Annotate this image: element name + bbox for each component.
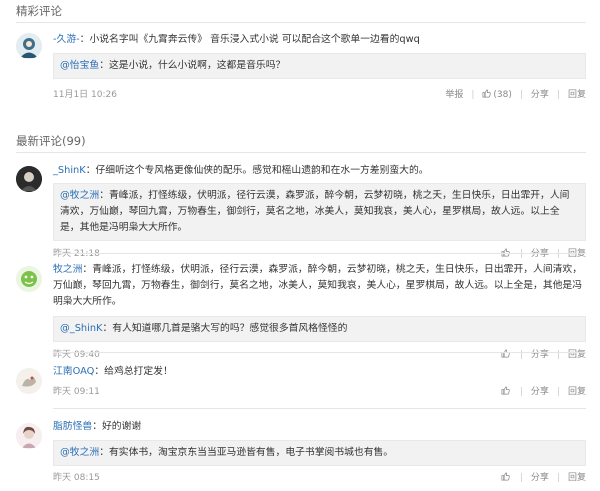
comment-body: -久游-：小说名字叫《九霄奔云传》 音乐浸入式小说 可以配合这个歌单一边看的qw… [53, 32, 586, 103]
avatar[interactable] [16, 166, 42, 192]
quote-username[interactable]: @怡宝鱼 [60, 60, 99, 71]
share-link[interactable]: 分享 [531, 384, 549, 400]
comment-body: 牧之洲：青峰派，打怪练级，伏明派，径行云漠，森罗派，醉今朝，云梦初晓，桃之夭，生… [53, 262, 586, 363]
thumbs-up-icon [501, 472, 510, 481]
quote-username[interactable]: @牧之洲 [60, 190, 99, 201]
comment-time: 昨天 08:15 [53, 473, 100, 483]
share-link[interactable]: 分享 [531, 347, 549, 363]
comment-body: 脂肪怪兽：好的谢谢 @牧之洲：有实体书，淘宝京东当当亚马逊皆有售，电子书掌阅书城… [53, 419, 586, 486]
quoted-reply: @牧之洲：青峰派，打怪练级，伏明派，径行云漠，森罗派，醉今朝，云梦初晓，桃之夭，… [53, 183, 586, 241]
comment-text: 仔细听这个专风格更像仙侠的配乐。感觉和榣山遗韵和在水一方差别蛮大的。 [95, 165, 429, 176]
divider [53, 352, 586, 353]
divider [16, 152, 586, 153]
like-button[interactable] [501, 384, 512, 400]
reply-link[interactable]: 回复 [568, 384, 586, 400]
hot-comments-title: 精彩评论 [16, 4, 62, 18]
quote-text: 有实体书，淘宝京东当当亚马逊皆有售，电子书掌阅书城也有售。 [108, 447, 394, 458]
quoted-reply: @牧之洲：有实体书，淘宝京东当当亚马逊皆有售，电子书掌阅书城也有售。 [53, 440, 586, 466]
comment-text: 小说名字叫《九霄奔云传》 音乐浸入式小说 可以配合这个歌单一边看的qwq [89, 34, 420, 45]
share-link[interactable]: 分享 [531, 470, 549, 486]
report-link[interactable]: 举报 [445, 87, 463, 103]
comment-text: 青峰派，打怪练级，伏明派，径行云漠，森罗派，醉今朝，云梦初晓，桃之夭，生日快乐，… [53, 264, 583, 307]
comment-footer: 11月1日 10:26 举报 | (38) | 分享 | 回复 [53, 87, 586, 103]
comment-username[interactable]: 脂肪怪兽 [53, 421, 92, 432]
comment-username[interactable]: 牧之洲 [53, 264, 82, 275]
thumbs-up-icon [501, 386, 510, 395]
comment-username[interactable]: _ShinK [53, 165, 86, 176]
comment-text: 给鸡总打定发！ [104, 366, 173, 377]
quote-text: 青峰派，打怪练级，伏明派，径行云漠，森罗派，醉今朝，云梦初晓，桃之夭，生日快乐，… [60, 190, 570, 233]
like-button[interactable]: (38) [482, 87, 512, 103]
share-link[interactable]: 分享 [531, 246, 549, 262]
reply-link[interactable]: 回复 [568, 246, 586, 262]
comment-text: 好的谢谢 [101, 421, 142, 432]
avatar[interactable] [16, 368, 42, 394]
divider [53, 408, 586, 409]
divider [16, 22, 586, 23]
thumbs-up-icon [501, 349, 510, 358]
reply-link[interactable]: 回复 [568, 87, 586, 103]
reply-link[interactable]: 回复 [568, 347, 586, 363]
comment-time: 11月1日 10:26 [53, 90, 117, 100]
comment-footer: 昨天 09:11 | 分享 | 回复 [53, 384, 586, 400]
like-count: (38) [493, 90, 512, 100]
share-link[interactable]: 分享 [531, 87, 549, 103]
comment-time: 昨天 21:18 [53, 249, 100, 259]
divider [53, 253, 586, 254]
quote-text: 有人知道哪几首是骆大写的吗？感觉很多首风格怪怪的 [112, 323, 348, 334]
comment-username[interactable]: 江南OAQ [53, 366, 94, 377]
avatar[interactable] [16, 266, 42, 292]
quote-username[interactable]: @牧之洲 [60, 447, 99, 458]
reply-link[interactable]: 回复 [568, 470, 586, 486]
comment-footer: 昨天 21:18 | 分享 | 回复 [53, 246, 586, 262]
quoted-reply: @_ShinK：有人知道哪几首是骆大写的吗？感觉很多首风格怪怪的 [53, 316, 586, 342]
like-button[interactable] [501, 470, 512, 486]
quote-text: 这是小说，什么小说啊，这都是音乐吗？ [108, 60, 286, 71]
like-button[interactable] [501, 246, 512, 262]
avatar[interactable] [16, 423, 42, 449]
like-button[interactable] [501, 347, 512, 363]
latest-comments-title: 最新评论(99) [16, 134, 86, 148]
quote-username[interactable]: @_ShinK [60, 323, 102, 334]
comment-body: _ShinK：仔细听这个专风格更像仙侠的配乐。感觉和榣山遗韵和在水一方差别蛮大的… [53, 163, 586, 262]
comment-footer: 昨天 09:40 | 分享 | 回复 [53, 347, 586, 363]
comment-time: 昨天 09:11 [53, 387, 100, 397]
thumbs-up-icon [482, 89, 492, 98]
comment-body: 江南OAQ：给鸡总打定发！ 昨天 09:11 | 分享 | 回复 [53, 364, 586, 400]
comment-username[interactable]: -久游- [53, 34, 80, 45]
avatar[interactable] [16, 33, 42, 59]
quoted-reply: @怡宝鱼：这是小说，什么小说啊，这都是音乐吗？ [53, 53, 586, 79]
comment-footer: 昨天 08:15 | 分享 | 回复 [53, 470, 586, 486]
